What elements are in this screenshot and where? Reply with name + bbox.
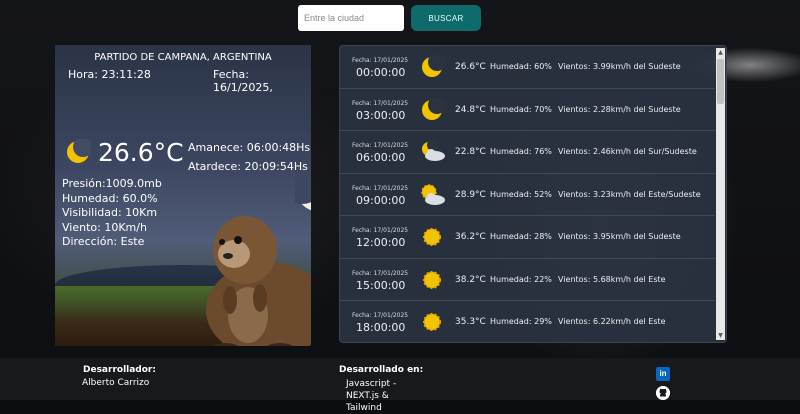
forecast-panel[interactable]: Fecha: 17/01/2025 00:00:00 26.6°C Humeda…: [339, 45, 727, 343]
developer-title: Desarrollador:: [83, 365, 156, 375]
forecast-temp: 22.8°C: [455, 147, 486, 157]
forecast-humidity: Humedad: 70%: [490, 104, 552, 114]
forecast-humidity: Humedad: 29%: [490, 317, 552, 326]
wind-value: Viento: 10Km/h: [62, 220, 147, 234]
forecast-time: 09:00:00: [356, 193, 406, 207]
forecast-humidity: Humedad: 28%: [490, 232, 552, 241]
current-temperature: 26.6°C: [98, 138, 184, 167]
scroll-down-arrow-icon[interactable]: ▼: [716, 331, 725, 340]
forecast-humidity: Humedad: 60%: [490, 62, 552, 71]
developer-name: Alberto Carrizo: [82, 378, 150, 388]
forecast-row: Fecha: 17/01/2025 15:00:00 38.2°C Humeda…: [340, 259, 715, 301]
forecast-date: Fecha: 17/01/2025: [352, 57, 409, 64]
moon-cloud-icon: [422, 140, 445, 161]
forecast-humidity: Humedad: 76%: [490, 147, 552, 156]
pressure-value: Presión:1009.0mb: [62, 177, 162, 190]
weather-details: Presión:1009.0mb Humedad: 60.0% Visibili…: [62, 177, 162, 250]
forecast-scrollbar[interactable]: ▲ ▼: [716, 48, 725, 340]
tech-stack-text: Javascript - NEXT.js & Tailwind: [346, 379, 397, 413]
sun-icon: [423, 313, 441, 331]
moon-icon: [422, 55, 446, 77]
forecast-list: Fecha: 17/01/2025 00:00:00 26.6°C Humeda…: [340, 46, 715, 342]
forecast-wind: Vientos: 5.68km/h del Este: [558, 274, 666, 284]
humidity-value: Humedad: 60.0%: [62, 191, 158, 205]
forecast-date: Fecha: 17/01/2025: [352, 184, 409, 192]
forecast-temp: 36.2°C: [455, 232, 486, 242]
linkedin-icon[interactable]: in: [656, 367, 670, 381]
sun-icon: [423, 228, 441, 246]
forecast-humidity: Humedad: 52%: [490, 189, 552, 199]
forecast-temp: 28.9°C: [455, 189, 486, 200]
forecast-date: Fecha: 17/01/2025: [352, 227, 409, 234]
footer: Desarrollador: Alberto Carrizo Desarroll…: [0, 358, 800, 413]
sun-icon: [423, 270, 441, 289]
current-weather-card: PARTIDO DE CAMPANA, ARGENTINA Hora: 23:1…: [55, 45, 311, 346]
visibility-value: Visibilidad: 10Km: [62, 206, 158, 219]
forecast-wind: Vientos: 6.22km/h del Este: [558, 317, 666, 326]
forecast-temp: 35.3°C: [455, 317, 486, 327]
forecast-date: Fecha: 17/01/2025: [352, 99, 409, 107]
tech-stack-title: Desarrollado en:: [339, 365, 424, 375]
forecast-temp: 24.8°C: [455, 104, 486, 115]
location-label: PARTIDO DE CAMPANA, ARGENTINA: [94, 52, 272, 63]
forecast-time: 18:00:00: [356, 321, 406, 334]
forecast-row: Fecha: 17/01/2025 12:00:00 36.2°C Humeda…: [340, 216, 715, 259]
forecast-row: Fecha: 17/01/2025 03:00:00 24.8°C Humeda…: [340, 89, 715, 131]
forecast-time: 06:00:00: [356, 151, 406, 164]
forecast-wind: Vientos: 2.28km/h del Sudeste: [558, 104, 681, 114]
scrollbar-thumb[interactable]: [717, 59, 724, 104]
forecast-time: 12:00:00: [356, 236, 406, 249]
sunset-time: Atardece: 20:09:54Hs: [188, 160, 308, 173]
forecast-row: Fecha: 17/01/2025 06:00:00 22.8°C Humeda…: [340, 131, 715, 174]
current-time: Hora: 23:11:28: [68, 68, 151, 81]
scroll-up-arrow-icon[interactable]: ▲: [716, 48, 725, 57]
forecast-date: Fecha: 17/01/2025: [352, 269, 409, 277]
moon-icon: [422, 97, 446, 120]
github-icon[interactable]: [656, 386, 670, 400]
city-search-input[interactable]: [298, 5, 404, 31]
search-button[interactable]: BUSCAR: [411, 5, 481, 31]
forecast-time: 03:00:00: [356, 108, 406, 122]
forecast-row: Fecha: 17/01/2025 00:00:00 26.6°C Humeda…: [340, 46, 715, 89]
forecast-wind: Vientos: 3.99km/h del Sudeste: [558, 62, 681, 71]
sun-cloud-icon: [421, 183, 445, 205]
forecast-date: Fecha: 17/01/2025: [352, 312, 409, 319]
groundhog-illustration: [206, 216, 311, 346]
forecast-temp: 38.2°C: [455, 274, 486, 285]
forecast-time: 00:00:00: [356, 66, 406, 79]
forecast-date: Fecha: 17/01/2025: [352, 142, 409, 149]
current-date: Fecha: 16/1/2025,: [213, 68, 273, 94]
forecast-wind: Vientos: 3.95km/h del Sudeste: [558, 232, 681, 241]
forecast-humidity: Humedad: 22%: [490, 274, 552, 284]
forecast-temp: 26.6°C: [455, 62, 486, 72]
forecast-wind: Vientos: 3.23km/h del Este/Sudeste: [558, 189, 701, 199]
moon-icon: [67, 139, 91, 163]
forecast-row: Fecha: 17/01/2025 09:00:00 28.9°C Humeda…: [340, 174, 715, 216]
forecast-wind: Vientos: 2.46km/h del Sur/Sudeste: [558, 147, 697, 156]
wind-direction-value: Dirección: Este: [62, 235, 145, 248]
forecast-row: Fecha: 17/01/2025 18:00:00 35.3°C Humeda…: [340, 301, 715, 342]
forecast-time: 15:00:00: [356, 278, 406, 292]
sunrise-time: Amanece: 06:00:48Hs: [188, 141, 311, 154]
